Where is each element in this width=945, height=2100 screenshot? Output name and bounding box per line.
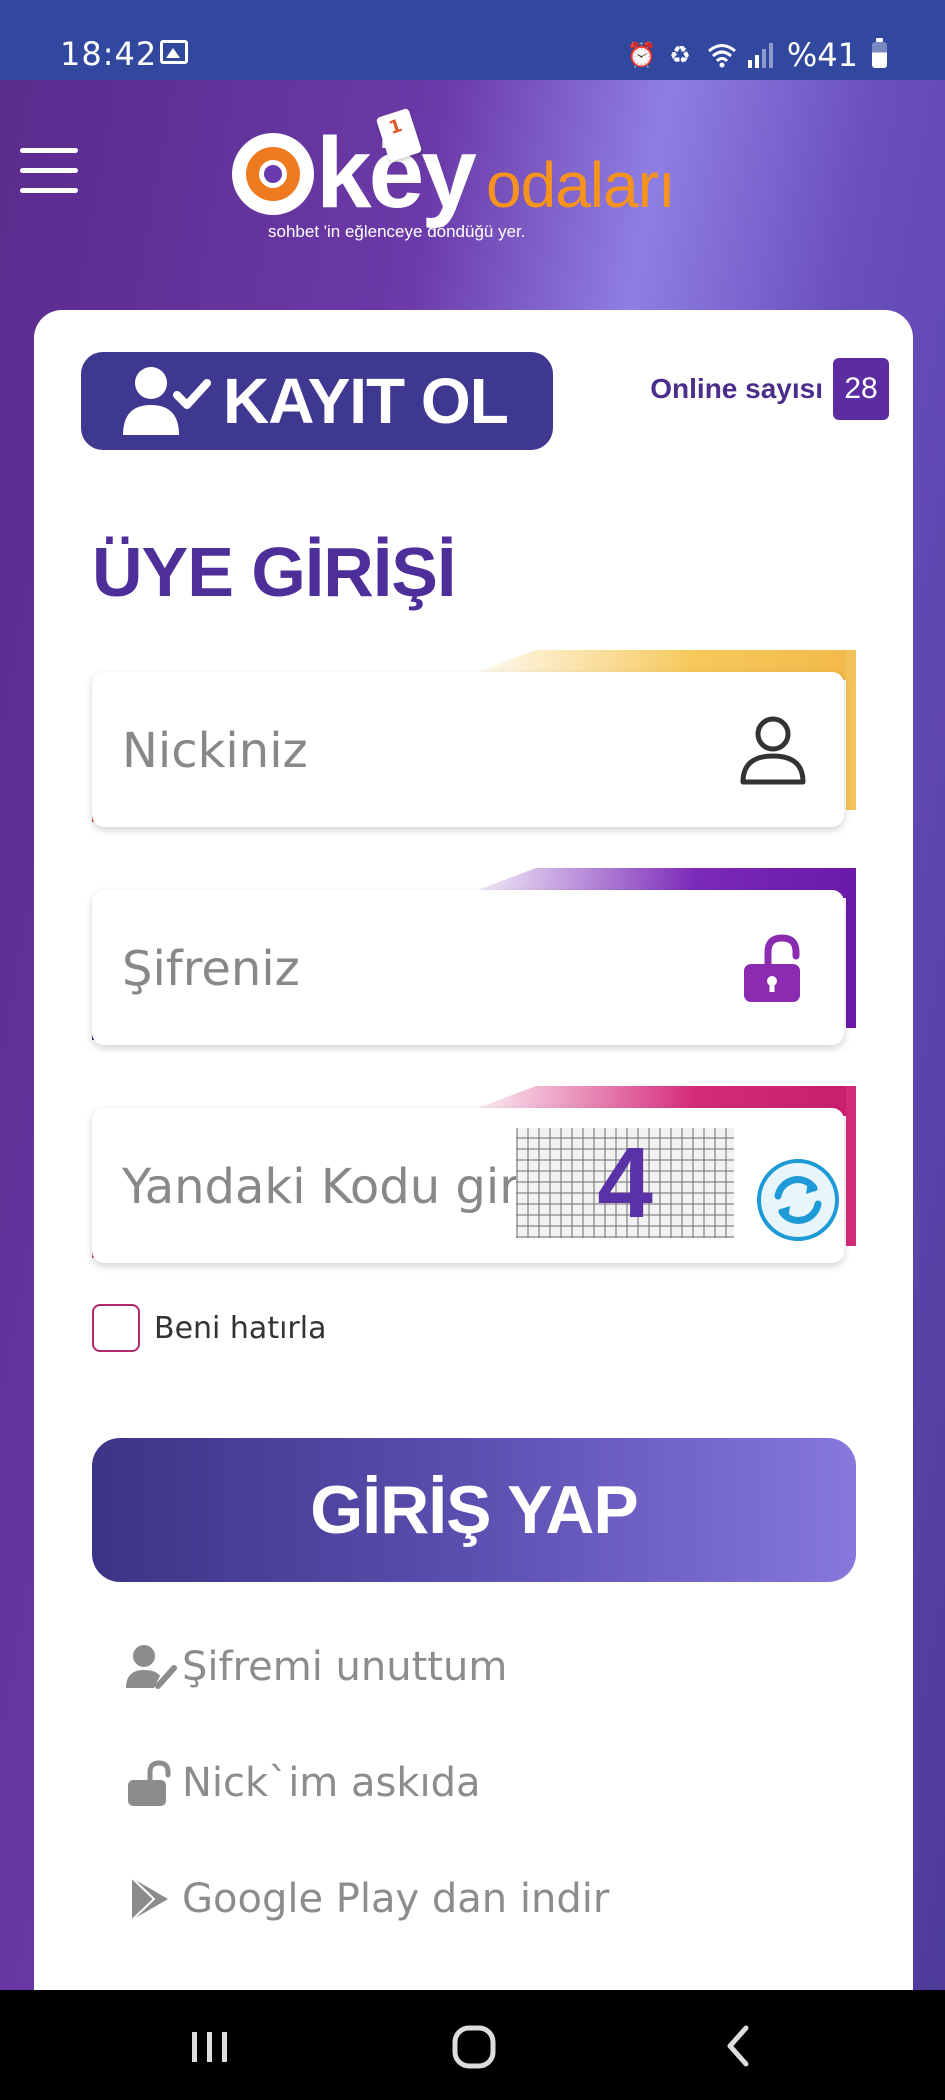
signal-icon: [747, 42, 773, 68]
user-icon: [740, 716, 806, 785]
google-play-link[interactable]: Google Play dan indir: [126, 1876, 609, 1922]
register-button[interactable]: KAYIT OL: [81, 352, 553, 450]
forgot-password-link[interactable]: Şifremi unuttum: [126, 1644, 507, 1690]
captcha-image: 4: [516, 1127, 734, 1239]
back-icon[interactable]: [708, 2016, 768, 2076]
nick-input[interactable]: [120, 672, 684, 829]
status-icons: ⏰ ♻ %41: [627, 36, 887, 74]
user-edit-icon: [126, 1645, 177, 1689]
login-card: KAYIT OL Online sayısı 28 ÜYE GİRİŞİ Nic…: [34, 310, 913, 2030]
wifi-icon: [707, 42, 736, 68]
remember-me[interactable]: Beni hatırla: [92, 1304, 326, 1352]
nick-field: [92, 672, 844, 829]
online-label: Online sayısı: [650, 373, 823, 404]
field-accent: [846, 868, 856, 1028]
nick-suspended-link[interactable]: Nick`im askıda: [126, 1760, 481, 1806]
online-count-badge: 28: [833, 358, 889, 420]
captcha-input[interactable]: [120, 1108, 524, 1265]
battery-icon: [872, 38, 887, 68]
unlock-icon: [128, 1760, 171, 1806]
battery-saver-icon: ♻: [669, 41, 691, 69]
forgot-password-text: Şifremi unuttum: [182, 1644, 508, 1690]
refresh-icon[interactable]: [756, 1158, 840, 1242]
logo-main-text: kēy: [232, 118, 477, 228]
captcha-field-group: 4: [92, 1086, 856, 1265]
logo: kēy odaları sohbet 'in eğlenceye döndüğü…: [232, 107, 732, 258]
logo-slogan: sohbet 'in eğlenceye döndüğü yer.: [268, 222, 526, 241]
system-navbar: [0, 1990, 945, 2100]
status-bar: 18:42 ⏰ ♻ %41: [0, 0, 945, 80]
password-input[interactable]: [120, 890, 684, 1047]
remember-label: Beni hatırla: [154, 1310, 327, 1346]
gallery-icon: [160, 40, 188, 64]
google-play-text: Google Play dan indir: [182, 1876, 610, 1922]
user-check-icon: [123, 367, 211, 435]
nick-suspended-text: Nick`im askıda: [182, 1760, 481, 1806]
logo-sub-text: odaları: [486, 149, 676, 221]
field-accent: [846, 1086, 856, 1246]
hamburger-menu-icon[interactable]: [20, 148, 78, 194]
home-icon[interactable]: [444, 2016, 504, 2076]
page-title: ÜYE GİRİŞİ: [92, 533, 456, 611]
remember-checkbox[interactable]: [92, 1304, 140, 1352]
field-accent: [846, 650, 856, 810]
alarm-icon: ⏰: [626, 41, 657, 69]
password-field-group: [92, 868, 856, 1047]
battery-text: %41: [786, 36, 858, 74]
password-field: [92, 890, 844, 1047]
status-time: 18:42: [60, 35, 158, 73]
register-label: KAYIT OL: [223, 365, 509, 437]
logo-o-icon: [232, 133, 314, 215]
online-counter: Online sayısı 28: [650, 358, 889, 420]
login-button[interactable]: GİRİŞ YAP: [92, 1438, 856, 1582]
nick-field-group: [92, 650, 856, 829]
google-play-icon: [131, 1877, 168, 1921]
unlock-icon: [744, 934, 800, 1002]
recent-apps-icon[interactable]: [180, 2016, 240, 2076]
